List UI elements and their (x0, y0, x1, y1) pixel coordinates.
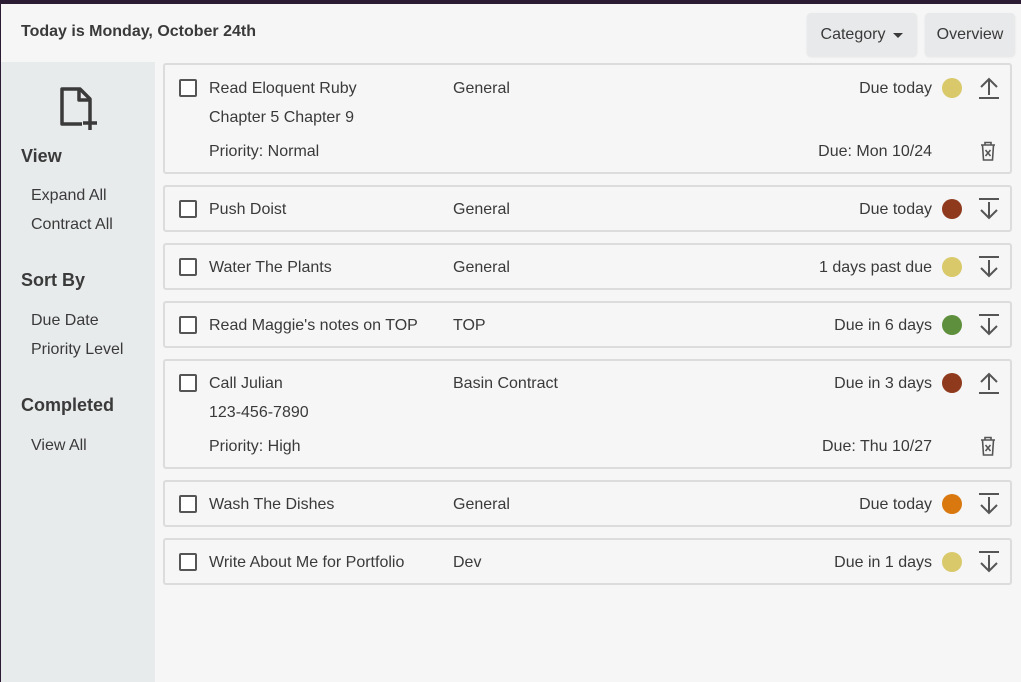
expand-arrow-down-icon[interactable] (977, 550, 1001, 574)
sort-priority-link[interactable]: Priority Level (31, 341, 123, 359)
priority-dot (942, 257, 962, 277)
task-card[interactable]: Wash The Dishes General Due today (163, 480, 1012, 527)
priority-dot (942, 199, 962, 219)
sidebar: View Expand All Contract All Sort By Due… (1, 62, 155, 682)
task-title: Wash The Dishes (209, 496, 335, 513)
task-checkbox[interactable] (179, 258, 197, 276)
task-due-date: Due: Mon 10/24 (818, 143, 932, 160)
task-due-status: Due today (859, 496, 932, 513)
collapse-arrow-up-icon[interactable] (977, 76, 1001, 100)
caret-down-icon (893, 33, 904, 38)
view-heading: View (21, 146, 62, 166)
priority-dot (942, 552, 962, 572)
overview-button[interactable]: Overview (925, 13, 1015, 56)
task-card[interactable]: Read Maggie's notes on TOP TOP Due in 6 … (163, 301, 1012, 348)
task-category: Dev (453, 554, 482, 571)
view-all-completed-link[interactable]: View All (31, 437, 87, 455)
task-priority: Priority: High (209, 438, 301, 455)
task-checkbox[interactable] (179, 79, 197, 97)
task-notes: Chapter 5 Chapter 9 (209, 109, 354, 126)
task-card[interactable]: Push Doist General Due today (163, 185, 1012, 232)
sort-by-heading: Sort By (21, 270, 86, 290)
task-category: General (453, 80, 510, 97)
task-category: General (453, 259, 510, 276)
task-due-status: 1 days past due (819, 259, 932, 276)
expand-all-link[interactable]: Expand All (31, 187, 107, 205)
task-due-status: Due today (859, 80, 932, 97)
task-category: Basin Contract (453, 375, 558, 392)
today-date: Today is Monday, October 24th (21, 23, 256, 40)
sort-due-date-link[interactable]: Due Date (31, 312, 99, 330)
task-category: General (453, 201, 510, 218)
task-checkbox[interactable] (179, 200, 197, 218)
task-card[interactable]: Water The Plants General 1 days past due (163, 243, 1012, 290)
task-title: Write About Me for Portfolio (209, 554, 405, 571)
task-checkbox[interactable] (179, 495, 197, 513)
task-title: Read Maggie's notes on TOP (209, 317, 418, 334)
task-due-status: Due in 1 days (834, 554, 932, 571)
task-title: Water The Plants (209, 259, 332, 276)
task-title: Read Eloquent Ruby (209, 80, 357, 97)
task-title: Call Julian (209, 375, 283, 392)
priority-dot (942, 78, 962, 98)
trash-icon[interactable] (980, 436, 996, 456)
task-card[interactable]: Write About Me for Portfolio Dev Due in … (163, 538, 1012, 585)
task-card[interactable]: Read Eloquent Ruby General Due today Cha… (163, 63, 1012, 174)
expand-arrow-down-icon[interactable] (977, 313, 1001, 337)
expand-arrow-down-icon[interactable] (977, 492, 1001, 516)
task-category: TOP (453, 317, 486, 334)
task-checkbox[interactable] (179, 316, 197, 334)
collapse-arrow-up-icon[interactable] (977, 371, 1001, 395)
completed-heading: Completed (21, 395, 115, 415)
task-notes: 123-456-7890 (209, 404, 309, 421)
task-checkbox[interactable] (179, 374, 197, 392)
task-due-status: Due today (859, 201, 932, 218)
category-label: Category (820, 25, 886, 43)
task-priority: Priority: Normal (209, 143, 320, 160)
priority-dot (942, 494, 962, 514)
priority-dot (942, 373, 962, 393)
expand-arrow-down-icon[interactable] (977, 255, 1001, 279)
task-card[interactable]: Call Julian Basin Contract Due in 3 days… (163, 359, 1012, 469)
contract-all-link[interactable]: Contract All (31, 216, 113, 234)
file-plus-icon[interactable] (58, 86, 100, 130)
task-title: Push Doist (209, 201, 287, 218)
task-due-status: Due in 6 days (834, 317, 932, 334)
expand-arrow-down-icon[interactable] (977, 197, 1001, 221)
category-dropdown-button[interactable]: Category (807, 13, 917, 56)
task-category: General (453, 496, 510, 513)
header: Today is Monday, October 24th Category O… (1, 4, 1021, 60)
priority-dot (942, 315, 962, 335)
task-due-date: Due: Thu 10/27 (821, 438, 932, 455)
task-checkbox[interactable] (179, 553, 197, 571)
task-due-status: Due in 3 days (834, 375, 932, 392)
trash-icon[interactable] (980, 141, 996, 161)
